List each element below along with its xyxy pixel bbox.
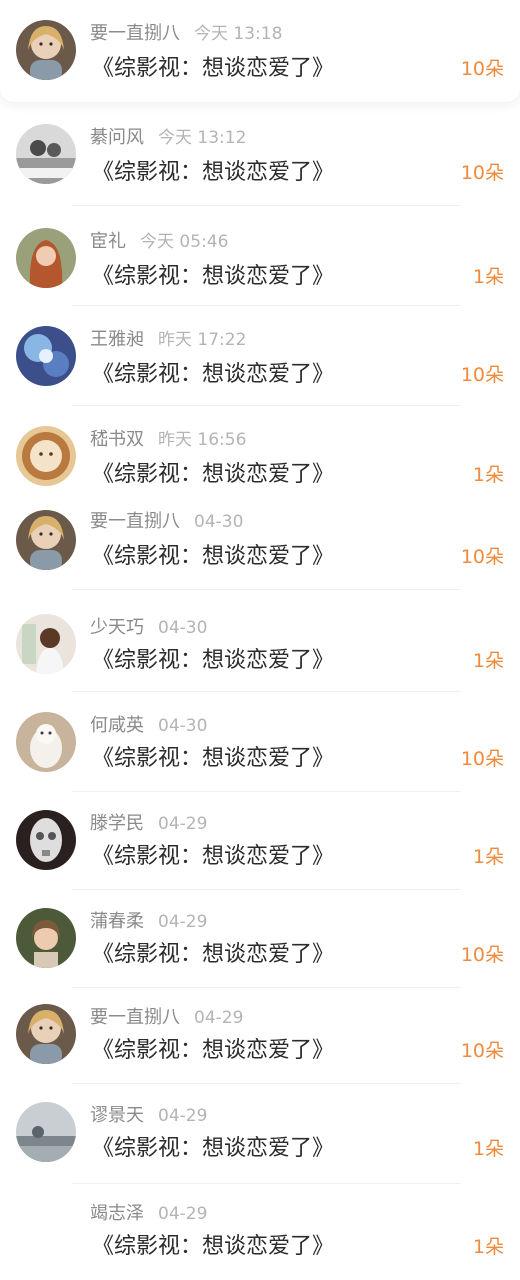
flower-count: 1朵 [472, 1236, 504, 1258]
list-item[interactable]: 要一直捌八 今天 13:18 《综影视：想谈恋爱了》 10朵 [0, 0, 520, 102]
girl-back-avatar[interactable] [16, 614, 76, 674]
list-item[interactable]: 綦问风 今天 13:12 《综影视：想谈恋爱了》 10朵 [0, 104, 520, 206]
row-meta: 何咸英 04-30 [90, 714, 207, 738]
list-item[interactable]: 何咸英 04-30 《综影视：想谈恋爱了》 10朵 [0, 692, 520, 792]
misty-landscape-avatar[interactable] [16, 1102, 76, 1162]
cat-avatar[interactable] [16, 712, 76, 772]
timestamp: 昨天 17:22 [158, 330, 247, 350]
user-name[interactable]: 谬景天 [90, 1105, 144, 1126]
timestamp: 今天 05:46 [140, 232, 229, 252]
flower-count: 1朵 [472, 846, 504, 868]
timestamp: 04-29 [158, 814, 208, 834]
timestamp: 04-29 [158, 912, 208, 932]
woman-portrait-avatar[interactable] [16, 908, 76, 968]
user-name[interactable]: 竭志泽 [90, 1203, 144, 1224]
flower-count: 10朵 [460, 364, 504, 386]
book-title[interactable]: 《综影视：想谈恋爱了》 [92, 360, 334, 390]
flower-count: 1朵 [472, 1138, 504, 1160]
timestamp: 昨天 16:56 [158, 430, 247, 450]
book-title[interactable]: 《综影视：想谈恋爱了》 [92, 744, 334, 774]
book-title[interactable]: 《综影视：想谈恋爱了》 [92, 542, 334, 572]
book-title[interactable]: 《综影视：想谈恋爱了》 [92, 1134, 334, 1164]
flower-count: 10朵 [460, 162, 504, 184]
book-title[interactable]: 《综影视：想谈恋爱了》 [92, 1036, 334, 1066]
user-name[interactable]: 要一直捌八 [90, 511, 180, 532]
row-meta: 少天巧 04-30 [90, 616, 207, 640]
timestamp: 今天 13:12 [158, 128, 247, 148]
row-meta: 竭志泽 04-29 [90, 1202, 207, 1226]
girl-illustration-avatar[interactable] [16, 1004, 76, 1064]
row-meta: 綦问风 今天 13:12 [90, 126, 246, 150]
list-item[interactable]: 宦礼 今天 05:46 《综影视：想谈恋爱了》 1朵 [0, 206, 520, 306]
list-item[interactable]: 嵇书双 昨天 16:56 《综影视：想谈恋爱了》 1朵 [0, 406, 520, 506]
flower-count: 10朵 [460, 546, 504, 568]
timestamp: 今天 13:18 [194, 24, 283, 44]
user-name[interactable]: 滕学民 [90, 813, 144, 834]
flower-count: 10朵 [460, 944, 504, 966]
row-meta: 嵇书双 昨天 16:56 [90, 428, 246, 452]
girl-illustration-avatar[interactable] [16, 20, 76, 80]
row-meta: 蒲春柔 04-29 [90, 910, 207, 934]
user-name[interactable]: 蒲春柔 [90, 911, 144, 932]
book-title[interactable]: 《综影视：想谈恋爱了》 [92, 158, 334, 188]
user-name[interactable]: 何咸英 [90, 715, 144, 736]
list-item[interactable]: 滕学民 04-29 《综影视：想谈恋爱了》 1朵 [0, 792, 520, 890]
flower-count: 10朵 [460, 748, 504, 770]
redhead-girl-avatar[interactable] [16, 228, 76, 288]
flower-avatar[interactable] [16, 326, 76, 386]
user-name[interactable]: 綦问风 [90, 127, 144, 148]
book-title[interactable]: 《综影视：想谈恋爱了》 [92, 460, 334, 490]
book-title[interactable]: 《综影视：想谈恋爱了》 [92, 646, 334, 676]
flower-count: 10朵 [460, 1040, 504, 1062]
list-item[interactable]: 要一直捌八 04-29 《综影视：想谈恋爱了》 10朵 [0, 988, 520, 1084]
list-item[interactable]: 蒲春柔 04-29 《综影视：想谈恋爱了》 10朵 [0, 890, 520, 988]
book-title[interactable]: 《综影视：想谈恋爱了》 [92, 940, 334, 970]
flower-count: 10朵 [460, 58, 504, 80]
timestamp: 04-30 [194, 512, 244, 532]
row-meta: 要一直捌八 04-29 [90, 1006, 243, 1030]
row-meta: 谬景天 04-29 [90, 1104, 207, 1128]
gift-record-list: 要一直捌八 今天 13:18 《综影视：想谈恋爱了》 10朵 綦问风 今天 13:1… [0, 0, 520, 1280]
book-title[interactable]: 《综影视：想谈恋爱了》 [92, 842, 334, 872]
row-meta: 宦礼 今天 05:46 [90, 230, 228, 254]
flower-count: 1朵 [472, 464, 504, 486]
row-meta: 要一直捌八 04-30 [90, 510, 243, 534]
timestamp: 04-29 [158, 1106, 208, 1126]
row-meta: 王雅昶 昨天 17:22 [90, 328, 246, 352]
latte-art-avatar[interactable] [16, 426, 76, 486]
book-title[interactable]: 《综影视：想谈恋爱了》 [92, 1232, 334, 1262]
timestamp: 04-30 [158, 716, 208, 736]
list-item[interactable]: 谬景天 04-29 《综影视：想谈恋爱了》 1朵 [0, 1084, 520, 1184]
book-title[interactable]: 《综影视：想谈恋爱了》 [92, 54, 334, 84]
user-name[interactable]: 要一直捌八 [90, 1007, 180, 1028]
user-name[interactable]: 王雅昶 [90, 329, 144, 350]
flower-count: 1朵 [472, 650, 504, 672]
list-item[interactable]: 少天巧 04-30 《综影视：想谈恋爱了》 1朵 [0, 590, 520, 692]
user-name[interactable]: 宦礼 [90, 231, 126, 252]
couple-photo-avatar[interactable] [16, 124, 76, 184]
user-name[interactable]: 要一直捌八 [90, 23, 180, 44]
girl-illustration-avatar[interactable] [16, 510, 76, 570]
timestamp: 04-29 [158, 1204, 208, 1224]
list-item[interactable]: 王雅昶 昨天 17:22 《综影视：想谈恋爱了》 10朵 [0, 306, 520, 406]
flower-count: 1朵 [472, 266, 504, 288]
timestamp: 04-29 [194, 1008, 244, 1028]
book-title[interactable]: 《综影视：想谈恋爱了》 [92, 262, 334, 292]
row-meta: 滕学民 04-29 [90, 812, 207, 836]
list-item[interactable]: 竭志泽 04-29 《综影视：想谈恋爱了》 1朵 [0, 1184, 520, 1280]
timestamp: 04-30 [158, 618, 208, 638]
row-meta: 要一直捌八 今天 13:18 [90, 22, 282, 46]
user-name[interactable]: 嵇书双 [90, 429, 144, 450]
list-item[interactable]: 要一直捌八 04-30 《综影视：想谈恋爱了》 10朵 [0, 506, 520, 590]
skull-avatar[interactable] [16, 810, 76, 870]
user-name[interactable]: 少天巧 [90, 617, 144, 638]
